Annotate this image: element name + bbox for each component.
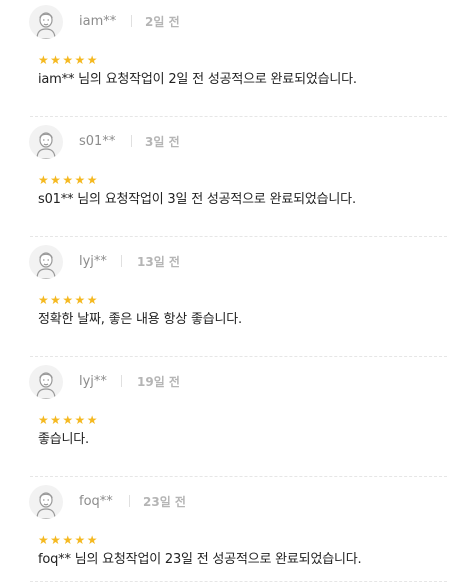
star-icon: ★ xyxy=(74,293,87,307)
review-text: s01** 님의 요청작업이 3일 전 성공적으로 완료되었습니다. xyxy=(38,192,356,207)
star-icon: ★ xyxy=(74,413,87,427)
review-time: 23일 전 xyxy=(143,495,186,509)
star-icon: ★ xyxy=(86,533,99,547)
review-item: foq** 23일 전 ★★★★★ foq** 님의 요청작업이 23일 전 성… xyxy=(0,480,450,583)
avatar-icon xyxy=(29,485,63,519)
star-icon: ★ xyxy=(38,53,51,67)
divider xyxy=(30,581,447,582)
reviewer-name: foq** xyxy=(79,494,113,509)
reviewer-name: iam** xyxy=(79,14,117,29)
star-icon: ★ xyxy=(62,173,75,187)
separator xyxy=(121,255,122,267)
review-time: 19일 전 xyxy=(137,375,180,389)
avatar-icon xyxy=(29,365,63,399)
review-text: 정확한 날짜, 좋은 내용 항상 좋습니다. xyxy=(38,312,242,327)
review-item: lyj** 13일 전 ★★★★★ 정확한 날짜, 좋은 내용 항상 좋습니다. xyxy=(0,240,450,360)
divider xyxy=(30,476,447,477)
star-icon: ★ xyxy=(38,173,51,187)
star-rating: ★★★★★ xyxy=(38,173,99,187)
star-icon: ★ xyxy=(38,293,51,307)
star-icon: ★ xyxy=(62,413,75,427)
separator xyxy=(129,495,130,507)
star-icon: ★ xyxy=(50,173,63,187)
star-icon: ★ xyxy=(50,413,63,427)
star-icon: ★ xyxy=(50,533,63,547)
review-text: foq** 님의 요청작업이 23일 전 성공적으로 완료되었습니다. xyxy=(38,552,362,567)
star-icon: ★ xyxy=(38,533,51,547)
review-text: iam** 님의 요청작업이 2일 전 성공적으로 완료되었습니다. xyxy=(38,72,357,87)
separator xyxy=(131,15,132,27)
separator xyxy=(131,135,132,147)
star-icon: ★ xyxy=(38,413,51,427)
star-icon: ★ xyxy=(50,293,63,307)
star-icon: ★ xyxy=(86,173,99,187)
star-rating: ★★★★★ xyxy=(38,53,99,67)
divider xyxy=(30,356,447,357)
reviewer-name: lyj** xyxy=(79,254,107,269)
reviewer-name: lyj** xyxy=(79,374,107,389)
review-item: s01** 3일 전 ★★★★★ s01** 님의 요청작업이 3일 전 성공적… xyxy=(0,120,450,240)
review-list: iam** 2일 전 ★★★★★ iam** 님의 요청작업이 2일 전 성공적… xyxy=(0,0,450,583)
divider xyxy=(30,116,447,117)
star-icon: ★ xyxy=(62,293,75,307)
review-time: 2일 전 xyxy=(145,15,180,29)
star-icon: ★ xyxy=(86,413,99,427)
review-time: 3일 전 xyxy=(145,135,180,149)
review-text: 좋습니다. xyxy=(38,432,89,447)
star-icon: ★ xyxy=(74,173,87,187)
separator xyxy=(121,375,122,387)
star-icon: ★ xyxy=(62,533,75,547)
star-rating: ★★★★★ xyxy=(38,533,99,547)
review-item: lyj** 19일 전 ★★★★★ 좋습니다. xyxy=(0,360,450,480)
star-icon: ★ xyxy=(74,53,87,67)
star-icon: ★ xyxy=(50,53,63,67)
star-icon: ★ xyxy=(62,53,75,67)
star-icon: ★ xyxy=(86,293,99,307)
divider xyxy=(30,236,447,237)
review-time: 13일 전 xyxy=(137,255,180,269)
reviewer-name: s01** xyxy=(79,134,116,149)
star-rating: ★★★★★ xyxy=(38,293,99,307)
review-item: iam** 2일 전 ★★★★★ iam** 님의 요청작업이 2일 전 성공적… xyxy=(0,0,450,120)
avatar-icon xyxy=(29,245,63,279)
star-icon: ★ xyxy=(74,533,87,547)
star-icon: ★ xyxy=(86,53,99,67)
star-rating: ★★★★★ xyxy=(38,413,99,427)
avatar-icon xyxy=(29,5,63,39)
avatar-icon xyxy=(29,125,63,159)
